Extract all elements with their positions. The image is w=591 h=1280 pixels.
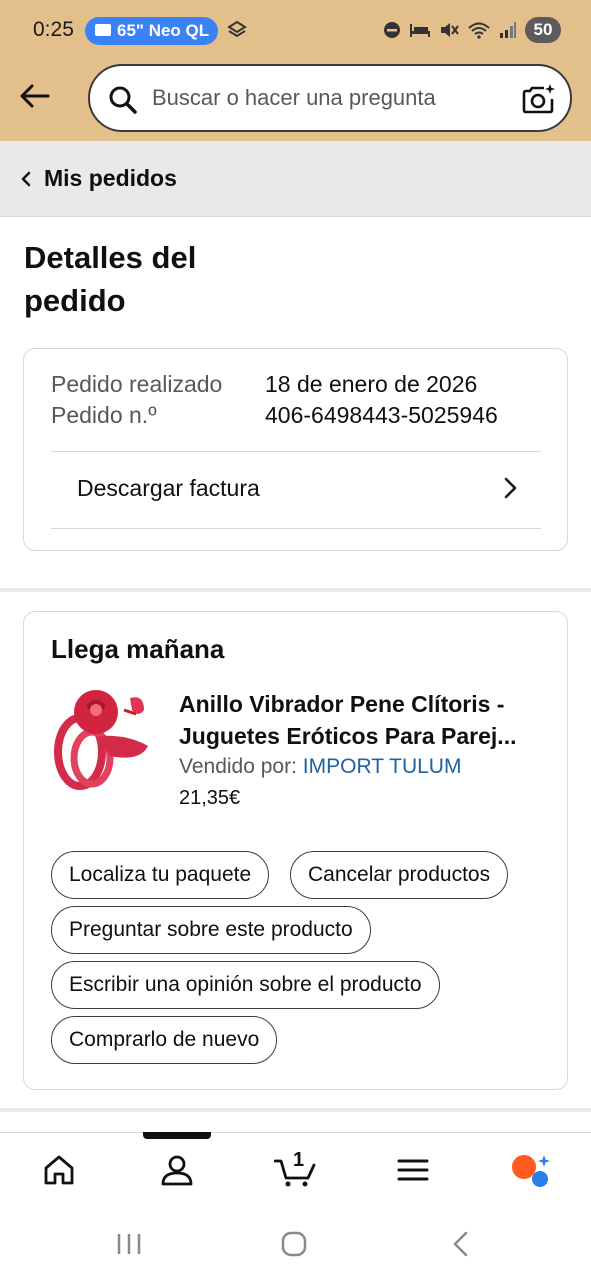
search-placeholder: Buscar o hacer una pregunta xyxy=(152,85,436,110)
recent-apps-icon[interactable] xyxy=(116,1232,142,1256)
system-back-icon[interactable] xyxy=(450,1231,470,1257)
app-header: 0:25 65" Neo QL 50 Buscar o hacer una pr… xyxy=(0,0,591,141)
status-bar: 0:25 65" Neo QL 50 xyxy=(0,0,591,60)
buy-again-button[interactable]: Comprarlo de nuevo xyxy=(51,1016,278,1064)
product-price: 21,35€ xyxy=(179,787,241,809)
divider xyxy=(51,528,541,529)
cast-indicator[interactable]: 65" Neo QL xyxy=(85,17,218,45)
battery-indicator: 50 xyxy=(525,17,561,43)
page-title-line-1: Detalles del xyxy=(24,240,197,275)
order-number-value: 406-6498443-5025946 xyxy=(265,402,498,428)
section-separator xyxy=(0,1108,591,1112)
order-placed-value: 18 de enero de 2026 xyxy=(265,371,478,397)
wifi-icon xyxy=(468,22,490,39)
system-nav-bar xyxy=(0,1208,591,1280)
delivery-status: Llega mañana xyxy=(51,634,225,664)
bottom-nav: 1 xyxy=(0,1132,591,1208)
home-icon[interactable] xyxy=(42,1153,76,1187)
product-title-line-2: Juguetes Eróticos Para Parej... xyxy=(179,723,517,749)
ask-product-question-button[interactable]: Preguntar sobre este producto xyxy=(51,906,371,954)
back-arrow-icon[interactable] xyxy=(16,78,52,114)
status-icons: 50 xyxy=(383,17,561,43)
account-icon[interactable] xyxy=(160,1153,194,1187)
breadcrumb-label: Mis pedidos xyxy=(44,165,177,191)
search-icon xyxy=(109,86,137,114)
menu-icon[interactable] xyxy=(396,1153,430,1187)
order-summary-card: Pedido realizado 18 de enero de 2026 Ped… xyxy=(23,348,568,551)
product-title[interactable]: Anillo Vibrador Pene Clítoris - Juguetes… xyxy=(179,688,539,752)
write-review-button[interactable]: Escribir una opinión sobre el producto xyxy=(51,961,440,1009)
chevron-right-icon[interactable] xyxy=(502,476,518,500)
active-tab-indicator xyxy=(143,1132,211,1139)
status-time: 0:25 xyxy=(33,18,74,41)
sold-by: Vendido por: IMPORT TULUM xyxy=(179,755,461,779)
page-title: Detalles del pedido xyxy=(24,236,324,322)
search-input[interactable]: Buscar o hacer una pregunta xyxy=(88,64,572,132)
bed-icon xyxy=(410,24,430,37)
cancel-items-button[interactable]: Cancelar productos xyxy=(290,851,509,899)
rufus-assistant-icon[interactable] xyxy=(510,1153,554,1187)
chevron-left-icon xyxy=(21,171,31,187)
sold-by-label: Vendido por: xyxy=(179,755,297,778)
order-number-label: Pedido n.º xyxy=(51,402,157,428)
divider xyxy=(51,451,541,452)
order-placed-label: Pedido realizado xyxy=(51,371,223,397)
breadcrumb[interactable]: Mis pedidos xyxy=(0,141,591,217)
chat-icon xyxy=(95,24,111,36)
product-image[interactable] xyxy=(48,684,158,794)
home-button-icon[interactable] xyxy=(281,1231,307,1257)
seller-link[interactable]: IMPORT TULUM xyxy=(303,755,462,778)
page-title-line-2: pedido xyxy=(24,283,126,318)
layers-icon xyxy=(227,20,247,38)
product-title-line-1: Anillo Vibrador Pene Clítoris - xyxy=(179,691,505,717)
section-separator xyxy=(0,588,591,592)
cast-label: 65" Neo QL xyxy=(117,21,210,40)
cart-count: 1 xyxy=(293,1149,305,1171)
camera-icon[interactable] xyxy=(522,82,556,116)
shipment-card: Llega mañana Anillo Vibrador Pene Clítor… xyxy=(23,611,568,1090)
download-invoice-link[interactable]: Descargar factura xyxy=(77,475,260,502)
do-not-disturb-icon xyxy=(384,22,400,38)
track-package-button[interactable]: Localiza tu paquete xyxy=(51,851,270,899)
mute-icon xyxy=(441,23,459,37)
signal-icon xyxy=(500,22,516,38)
